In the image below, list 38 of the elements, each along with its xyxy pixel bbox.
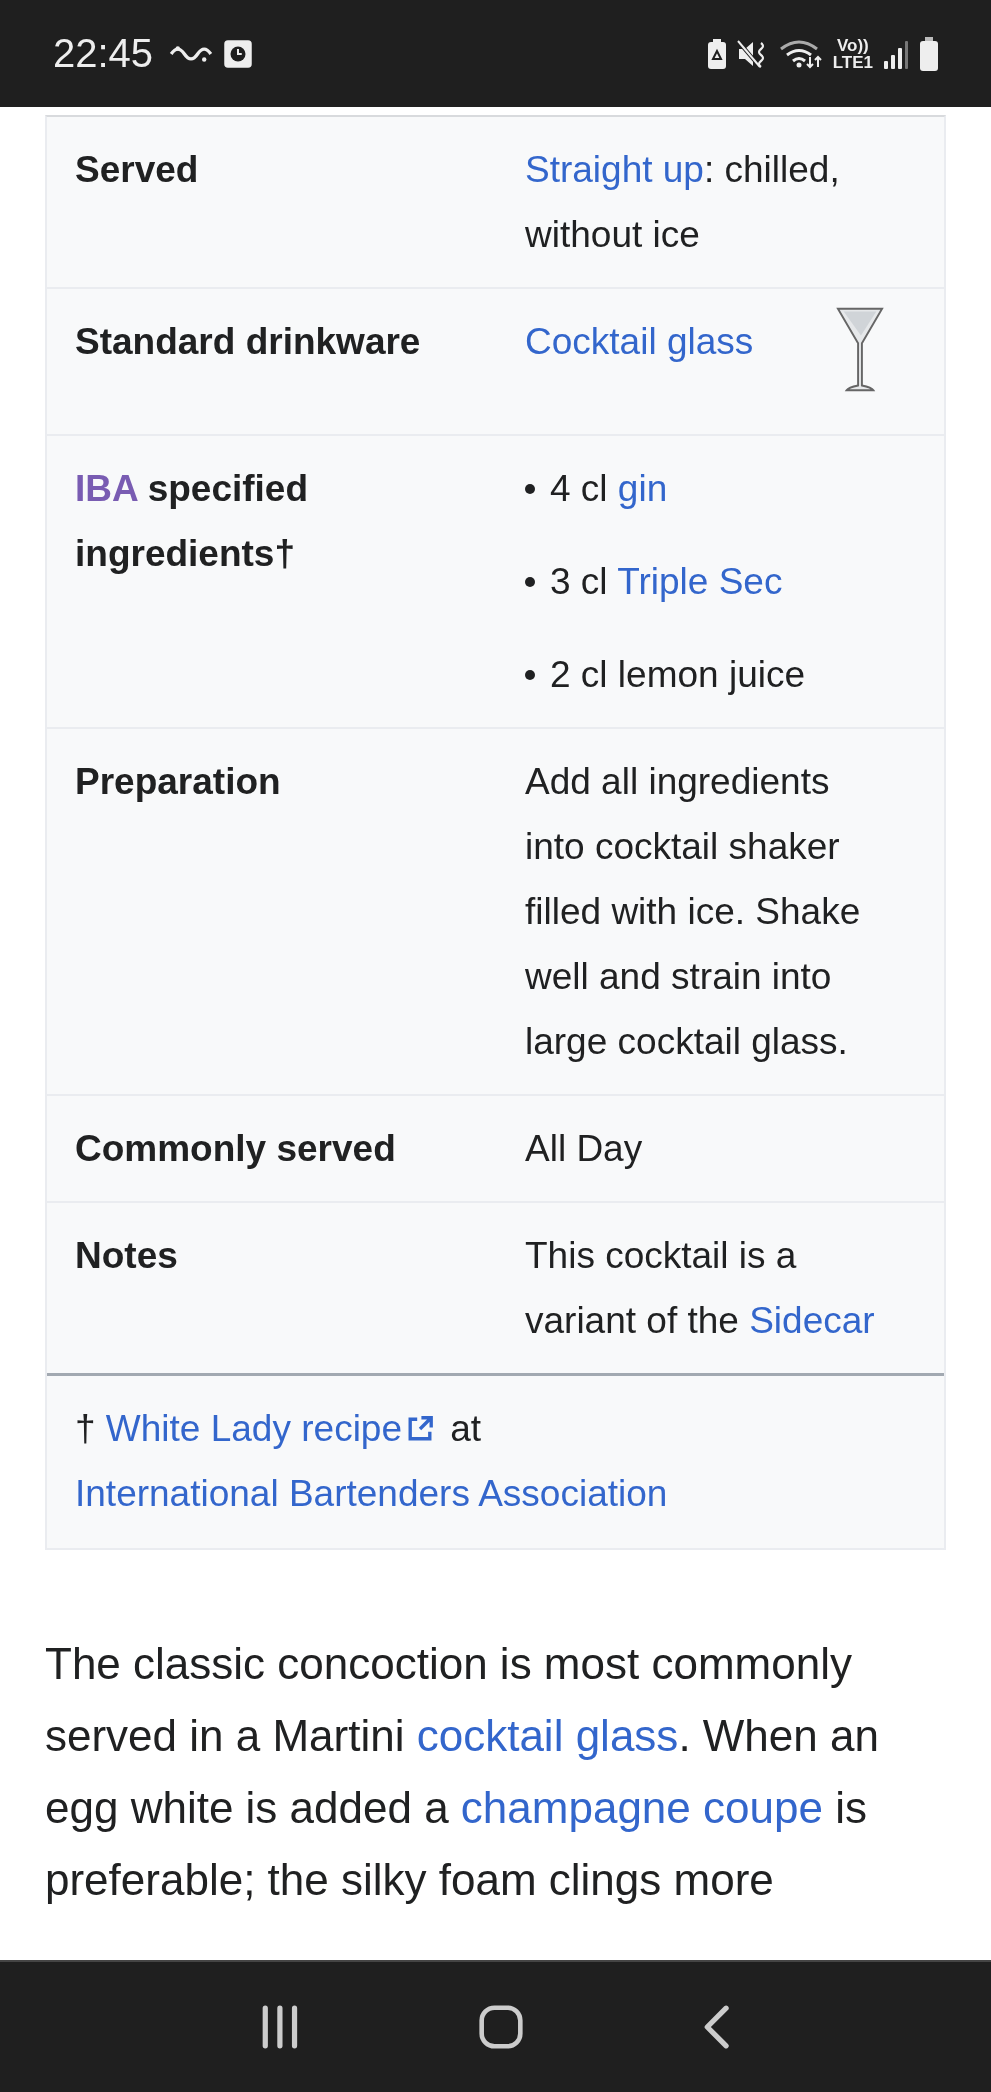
- row-label: Commonly served: [74, 1127, 397, 1171]
- bullet-icon: [525, 576, 535, 587]
- wifi-icon: [778, 38, 823, 69]
- clock-time: 22:45: [53, 31, 154, 76]
- row-value: This cocktail is a variant of the Sidecar: [524, 1234, 876, 1343]
- external-link-icon: [406, 1415, 434, 1443]
- link[interactable]: Sidecar: [749, 1300, 875, 1341]
- row-label: Notes: [74, 1234, 179, 1278]
- link[interactable]: Straight up: [525, 149, 704, 190]
- row-label: Standard drinkware: [74, 320, 422, 364]
- ingredient: 2 cl lemon juice: [550, 653, 805, 697]
- bullet-icon: [525, 483, 535, 494]
- link[interactable]: champagne coupe: [460, 1783, 823, 1832]
- row-value: Add all ingredients into cocktail shaker filled with ice. Shake well and strain into large cocktail glass.: [524, 760, 862, 1064]
- clock-icon: [223, 38, 254, 69]
- row-label: Preparation: [74, 760, 282, 804]
- network-type: Vo)) LTE1: [832, 36, 873, 71]
- ingredient: 4 cl gin: [550, 467, 668, 511]
- link[interactable]: gin: [617, 468, 668, 509]
- home-button[interactable]: [477, 2004, 524, 2050]
- row-value: All Day: [524, 1127, 644, 1171]
- row-value: Straight up: chilled, without ice: [524, 148, 841, 257]
- link[interactable]: International Bartenders Association: [75, 1473, 668, 1514]
- article-paragraph: The classic concoction is most commonly served in a Martini cocktail glass. When an egg white is added a champagne coupe is preferable; the silky foam clings more: [45, 1638, 880, 1906]
- footnote: † White Lady recipe at International Bartenders Association: [74, 1407, 669, 1516]
- signal-icon: [883, 38, 909, 69]
- ingredient: 3 cl Triple Sec: [550, 560, 783, 604]
- link[interactable]: Triple Sec: [617, 561, 783, 602]
- cocktail-glass-icon: [836, 306, 884, 394]
- row-label: IBA specified ingredients†: [74, 467, 310, 576]
- battery-icon: [919, 36, 939, 71]
- link[interactable]: IBA: [75, 468, 138, 509]
- link[interactable]: cocktail glass: [416, 1711, 679, 1760]
- bullet-icon: [525, 669, 535, 680]
- row-label: Served: [74, 148, 200, 192]
- external-link[interactable]: White Lady recipe: [105, 1408, 402, 1449]
- battery-saver-icon: [706, 38, 727, 69]
- link[interactable]: Cocktail glass: [525, 321, 754, 362]
